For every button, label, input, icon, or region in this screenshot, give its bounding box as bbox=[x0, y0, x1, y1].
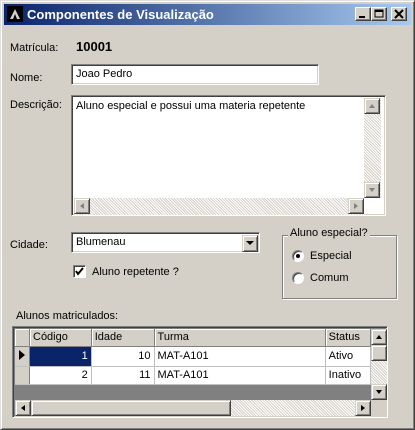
current-row-arrow-icon bbox=[19, 349, 25, 360]
grid-empty-area bbox=[15, 386, 371, 400]
descricao-label: Descrição: bbox=[10, 99, 62, 111]
table-row[interactable]: 1 10 MAT-A101 Ativo bbox=[15, 346, 372, 367]
nome-input[interactable]: Joao Pedro bbox=[71, 64, 319, 85]
title-bar[interactable]: Componentes de Visualização bbox=[4, 4, 411, 25]
cidade-dropdown-button[interactable] bbox=[242, 235, 258, 252]
repetente-label: Aluno repetente ? bbox=[92, 266, 179, 278]
scroll-left-button[interactable] bbox=[74, 198, 90, 214]
arrow-up-icon bbox=[369, 104, 375, 108]
comum-radio[interactable] bbox=[292, 272, 304, 284]
grid-scroll-right-button[interactable] bbox=[355, 400, 371, 416]
cell-codigo[interactable]: 2 bbox=[29, 366, 92, 385]
cidade-select-value: Blumenau bbox=[76, 236, 126, 248]
descricao-text: Aluno especial e possui uma materia repe… bbox=[76, 100, 306, 112]
arrow-left-icon bbox=[80, 203, 84, 209]
arrow-down-icon bbox=[369, 188, 375, 192]
grid-scroll-up-button[interactable] bbox=[371, 329, 387, 345]
grid-scroll-thumb[interactable] bbox=[371, 345, 387, 361]
cell-status[interactable]: Inativo bbox=[325, 366, 372, 385]
descricao-vscrollbar[interactable] bbox=[364, 98, 381, 198]
radio-selected-dot bbox=[296, 254, 300, 258]
especial-group-title: Aluno especial? bbox=[288, 227, 370, 239]
chevron-down-icon bbox=[246, 241, 254, 245]
main-window: Componentes de Visualização Matrícula: 1… bbox=[0, 0, 415, 430]
grid-hscroll-thumb[interactable] bbox=[31, 400, 231, 416]
cell-codigo[interactable]: 1 bbox=[29, 346, 92, 367]
grid-vscrollbar[interactable] bbox=[371, 329, 387, 400]
column-header-idade[interactable]: Idade bbox=[91, 329, 155, 347]
alunos-grid[interactable]: Código Idade Turma Status 1 10 MAT-A101 … bbox=[12, 326, 388, 418]
matricula-label: Matrícula: bbox=[10, 42, 59, 54]
table-row[interactable]: 2 11 MAT-A101 Inativo bbox=[15, 366, 372, 385]
descricao-hscrollbar[interactable] bbox=[74, 198, 364, 215]
window-title: Componentes de Visualização bbox=[27, 7, 214, 22]
close-button[interactable] bbox=[391, 7, 407, 21]
scroll-down-button[interactable] bbox=[364, 182, 380, 198]
grid-scroll-corner bbox=[371, 400, 387, 416]
especial-radio[interactable] bbox=[292, 250, 304, 262]
maximize-icon bbox=[374, 9, 384, 18]
cell-turma[interactable]: MAT-A101 bbox=[154, 346, 326, 367]
app-icon bbox=[7, 6, 23, 22]
grid-caption: Alunos matriculados: bbox=[16, 310, 119, 322]
nome-input-value: Joao Pedro bbox=[76, 68, 133, 80]
grid-scroll-left-button[interactable] bbox=[15, 400, 31, 416]
descricao-textarea[interactable]: Aluno especial e possui uma materia repe… bbox=[71, 95, 386, 216]
cidade-label: Cidade: bbox=[10, 239, 48, 251]
row-indicator bbox=[15, 346, 30, 367]
cell-idade[interactable]: 11 bbox=[91, 366, 155, 385]
column-header-turma[interactable]: Turma bbox=[154, 329, 326, 347]
arrow-down-icon bbox=[376, 390, 382, 394]
minimize-icon bbox=[359, 16, 365, 18]
cell-status[interactable]: Ativo bbox=[325, 346, 372, 367]
checkmark-icon bbox=[75, 267, 84, 276]
matricula-value: 10001 bbox=[76, 39, 113, 54]
grid-hscrollbar[interactable] bbox=[15, 400, 371, 416]
arrow-left-icon bbox=[21, 405, 25, 411]
cidade-select[interactable]: Blumenau bbox=[71, 232, 260, 253]
column-header-status[interactable]: Status bbox=[325, 329, 372, 347]
nome-label: Nome: bbox=[10, 72, 43, 84]
scroll-up-button[interactable] bbox=[364, 98, 380, 114]
grid-header-row: Código Idade Turma Status bbox=[15, 329, 372, 347]
repetente-checkbox[interactable] bbox=[73, 265, 86, 278]
arrow-right-icon bbox=[354, 203, 358, 209]
especial-radio-label: Especial bbox=[310, 250, 352, 262]
cell-idade[interactable]: 10 bbox=[91, 346, 155, 367]
arrow-right-icon bbox=[361, 405, 365, 411]
arrow-up-icon bbox=[376, 335, 382, 339]
column-header-codigo[interactable]: Código bbox=[29, 329, 92, 347]
especial-groupbox bbox=[282, 235, 397, 299]
minimize-button[interactable] bbox=[355, 7, 371, 21]
cell-turma[interactable]: MAT-A101 bbox=[154, 366, 326, 385]
row-indicator bbox=[15, 366, 30, 385]
grid-table: Código Idade Turma Status 1 10 MAT-A101 … bbox=[15, 329, 372, 385]
comum-radio-label: Comum bbox=[310, 272, 349, 284]
scroll-right-button[interactable] bbox=[348, 198, 364, 214]
maximize-button[interactable] bbox=[371, 7, 387, 21]
close-icon bbox=[394, 9, 404, 19]
grid-corner bbox=[15, 329, 30, 347]
grid-scroll-down-button[interactable] bbox=[371, 384, 387, 400]
